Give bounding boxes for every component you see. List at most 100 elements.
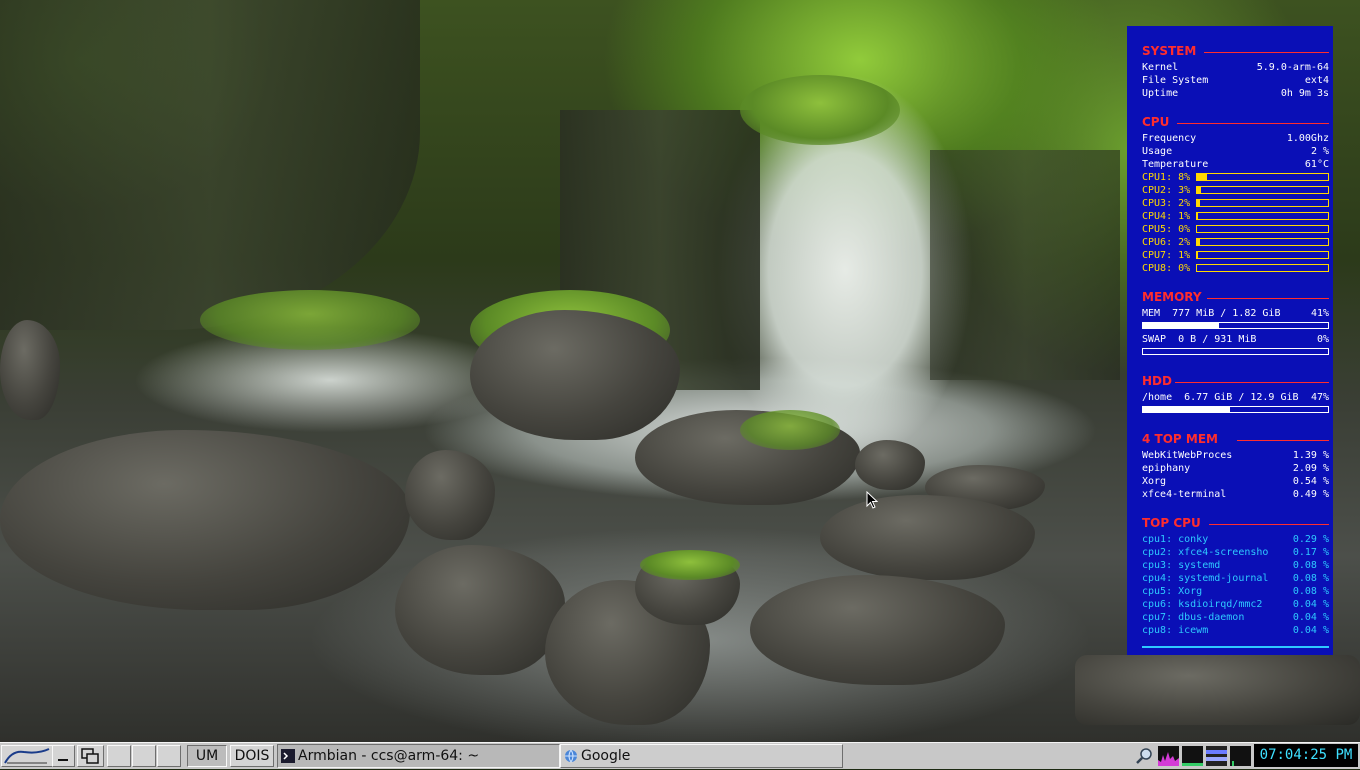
process-name: epiphany	[1142, 463, 1191, 474]
cpu-core-label: CPU7: 1%	[1142, 250, 1191, 261]
hdd-row-home: /home 6.77 GiB / 12.9 GiB 47%	[1142, 391, 1329, 404]
process-percent: 0.04 %	[1292, 625, 1329, 636]
process-name: xfce4-terminal	[1142, 489, 1227, 500]
process-percent: 0.29 %	[1292, 534, 1329, 545]
bar-fill	[1197, 174, 1208, 180]
section-title-hdd: HDD	[1142, 374, 1172, 388]
quick-launch-slot-1[interactable]	[107, 745, 131, 767]
process-row: cpu8: icewm 0.04 %	[1142, 624, 1329, 637]
cpu-graph-glyph	[1158, 752, 1179, 766]
process-percent: 0.04 %	[1292, 612, 1329, 623]
process-row: epiphany 2.09 %	[1142, 462, 1329, 475]
bottom-divider	[1142, 646, 1329, 648]
row-label: Uptime	[1142, 88, 1179, 99]
row-value: 41%	[1310, 308, 1329, 319]
bar-fill	[1197, 200, 1200, 206]
workspace-button-dois[interactable]: DOIS	[230, 745, 274, 767]
workspace-button-um[interactable]: UM	[187, 745, 227, 767]
process-name: cpu1: conky	[1142, 534, 1209, 545]
process-row: cpu4: systemd-journal 0.08 %	[1142, 572, 1329, 585]
cpu-monitor-icon[interactable]	[1158, 746, 1179, 766]
cpu-core-label: CPU4: 1%	[1142, 211, 1191, 222]
process-percent: 2.09 %	[1292, 463, 1329, 474]
memory-row-mem: MEM 777 MiB / 1.82 GiB 41%	[1142, 307, 1329, 320]
task-button-browser[interactable]: Google	[560, 744, 843, 768]
bar-fill	[1197, 213, 1199, 219]
cpu-core-label: CPU6: 2%	[1142, 237, 1191, 248]
process-row: cpu3: systemd 0.08 %	[1142, 559, 1329, 572]
cpu-row-frequency: Frequency 1.00Ghz	[1142, 132, 1329, 145]
memory-monitor-icon[interactable]	[1206, 746, 1227, 766]
row-value: 0h 9m 3s	[1280, 88, 1329, 99]
cpu-row-temperature: Temperature 61°C	[1142, 158, 1329, 171]
process-row: WebKitWebProces 1.39 %	[1142, 449, 1329, 462]
process-row: xfce4-terminal 0.49 %	[1142, 488, 1329, 501]
cpu-core-label: CPU3: 2%	[1142, 198, 1191, 209]
disk-monitor-icon[interactable]	[1230, 746, 1251, 766]
process-percent: 0.04 %	[1292, 599, 1329, 610]
section-title-top-cpu: TOP CPU	[1142, 516, 1201, 530]
swap-usage-bar	[1142, 348, 1329, 355]
cpu-core-bar	[1196, 225, 1329, 233]
row-label: /home 6.77 GiB / 12.9 GiB	[1142, 392, 1299, 403]
cpu-core-label: CPU1: 8%	[1142, 172, 1191, 183]
process-row: cpu2: xfce4-screensho 0.17 %	[1142, 546, 1329, 559]
process-percent: 0.08 %	[1292, 573, 1329, 584]
process-percent: 0.17 %	[1292, 547, 1329, 558]
process-percent: 1.39 %	[1292, 450, 1329, 461]
row-value: 47%	[1310, 392, 1329, 403]
row-value: 0%	[1316, 334, 1329, 345]
row-value: 1.00Ghz	[1286, 133, 1329, 144]
process-name: cpu4: systemd-journal	[1142, 573, 1269, 584]
network-monitor-icon[interactable]	[1182, 746, 1203, 766]
network-graph-glyph	[1182, 763, 1203, 766]
process-row: cpu6: ksdioirqd/mmc2 0.04 %	[1142, 598, 1329, 611]
terminal-icon	[281, 749, 295, 763]
start-menu-button[interactable]	[1, 745, 53, 767]
task-title: Google	[581, 748, 631, 764]
quick-launch-slot-2[interactable]	[132, 745, 156, 767]
quick-launch-slot-3[interactable]	[157, 745, 181, 767]
section-title-memory: MEMORY	[1142, 290, 1202, 304]
task-title: Armbian - ccs@arm-64: ~	[298, 748, 480, 764]
row-label: Temperature	[1142, 159, 1209, 170]
cpu-core-bar	[1196, 186, 1329, 194]
disk-graph-glyph	[1232, 761, 1234, 766]
process-name: Xorg	[1142, 476, 1167, 487]
process-name: cpu3: systemd	[1142, 560, 1221, 571]
memory-usage-bar	[1142, 322, 1329, 329]
cpu-core-label: CPU5: 0%	[1142, 224, 1191, 235]
section-divider	[1177, 123, 1329, 124]
taskbar: UM DOIS Armbian - ccs@arm-64: ~ Google 0…	[0, 742, 1360, 769]
windows-icon	[81, 748, 99, 764]
process-row: Xorg 0.54 %	[1142, 475, 1329, 488]
process-row: cpu5: Xorg 0.08 %	[1142, 585, 1329, 598]
process-name: WebKitWebProces	[1142, 450, 1233, 461]
process-percent: 0.49 %	[1292, 489, 1329, 500]
cpu-core-label: CPU2: 3%	[1142, 185, 1191, 196]
clock[interactable]: 07:04:25 PM	[1254, 744, 1358, 767]
section-divider	[1237, 440, 1329, 441]
cpu-core-bar	[1196, 199, 1329, 207]
section-title-cpu: CPU	[1142, 115, 1170, 129]
section-divider	[1204, 52, 1329, 53]
process-percent: 0.08 %	[1292, 586, 1329, 597]
process-name: cpu7: dbus-daemon	[1142, 612, 1245, 623]
section-divider	[1209, 524, 1329, 525]
conky-system-monitor: SYSTEM Kernel 5.9.0-arm-64 File System e…	[1127, 26, 1333, 655]
bar-fill	[1197, 187, 1201, 193]
window-list-button[interactable]	[77, 745, 104, 767]
task-button-terminal[interactable]: Armbian - ccs@arm-64: ~	[277, 744, 560, 768]
hdd-usage-bar	[1142, 406, 1329, 413]
cpu-core-row: CPU7: 1%	[1142, 249, 1329, 262]
show-desktop-button[interactable]	[52, 745, 75, 767]
row-label: File System	[1142, 75, 1209, 86]
process-name: cpu6: ksdioirqd/mmc2	[1142, 599, 1263, 610]
workspace-label: UM	[195, 748, 219, 764]
row-label: Frequency	[1142, 133, 1197, 144]
row-value: 5.9.0-arm-64	[1256, 62, 1329, 73]
search-icon[interactable]	[1134, 746, 1155, 766]
row-label: SWAP 0 B / 931 MiB	[1142, 334, 1257, 345]
bar-fill	[1143, 323, 1219, 328]
cpu-core-row: CPU5: 0%	[1142, 223, 1329, 236]
